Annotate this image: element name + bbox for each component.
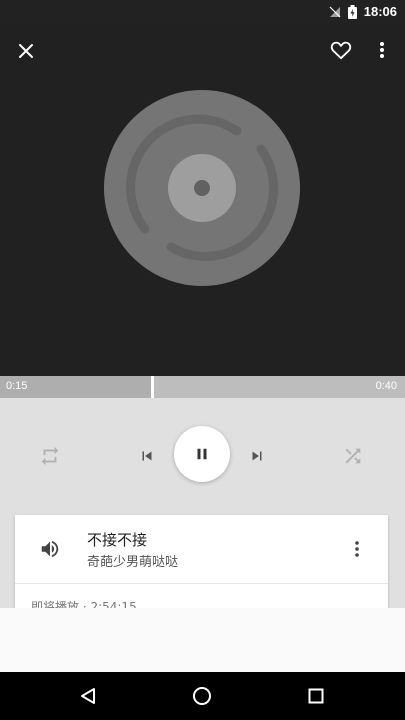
close-icon xyxy=(19,44,33,58)
heart-outline-icon xyxy=(330,41,352,60)
back-triangle-icon xyxy=(81,688,95,704)
home-circle-icon xyxy=(193,687,211,705)
track-more-button[interactable] xyxy=(349,537,365,561)
close-button[interactable] xyxy=(12,37,40,65)
album-art-area xyxy=(0,24,405,376)
next-button[interactable] xyxy=(243,442,271,470)
shuffle-icon xyxy=(345,448,361,464)
elapsed-time: 0:15 xyxy=(6,380,28,392)
nav-recents-button[interactable] xyxy=(302,682,330,710)
playback-controls: 不接不接 奇葩少男萌哒哒 即将播放 · 2:54:15 xyxy=(0,398,405,608)
more-vert-icon xyxy=(355,541,359,557)
vinyl-disc-icon xyxy=(104,90,300,286)
up-next-label: 即将播放 · 2:54:15 xyxy=(31,600,137,608)
favorite-button[interactable] xyxy=(327,36,355,64)
previous-button[interactable] xyxy=(133,442,161,470)
track-artist: 奇葩少男萌哒哒 xyxy=(87,555,179,570)
no-signal-icon xyxy=(329,6,341,18)
repeat-button[interactable] xyxy=(36,442,64,470)
seek-bar-thumb[interactable] xyxy=(151,376,154,398)
total-time: 0:40 xyxy=(375,380,397,392)
battery-charging-icon xyxy=(348,5,357,19)
nav-home-button[interactable] xyxy=(188,682,216,710)
skip-next-icon xyxy=(252,451,262,461)
shuffle-button[interactable] xyxy=(339,442,367,470)
card-divider xyxy=(15,583,388,584)
system-nav-bar xyxy=(0,672,405,720)
status-clock: 18:06 xyxy=(363,4,397,19)
seek-bar[interactable]: 0:15 0:40 xyxy=(0,376,405,398)
bottom-sheet-area xyxy=(0,608,405,672)
repeat-icon xyxy=(41,446,59,466)
play-pause-button[interactable] xyxy=(174,426,230,482)
track-title: 不接不接 xyxy=(87,531,148,549)
more-vert-icon xyxy=(380,42,384,58)
now-playing-card[interactable]: 不接不接 奇葩少男萌哒哒 即将播放 · 2:54:15 xyxy=(15,515,388,608)
skip-previous-icon xyxy=(142,451,152,461)
pause-icon xyxy=(197,448,207,460)
status-bar: 18:06 xyxy=(0,0,405,24)
speaker-icon xyxy=(41,540,59,558)
recents-square-icon xyxy=(308,688,324,704)
nav-back-button[interactable] xyxy=(74,682,102,710)
more-options-button[interactable] xyxy=(372,36,392,64)
